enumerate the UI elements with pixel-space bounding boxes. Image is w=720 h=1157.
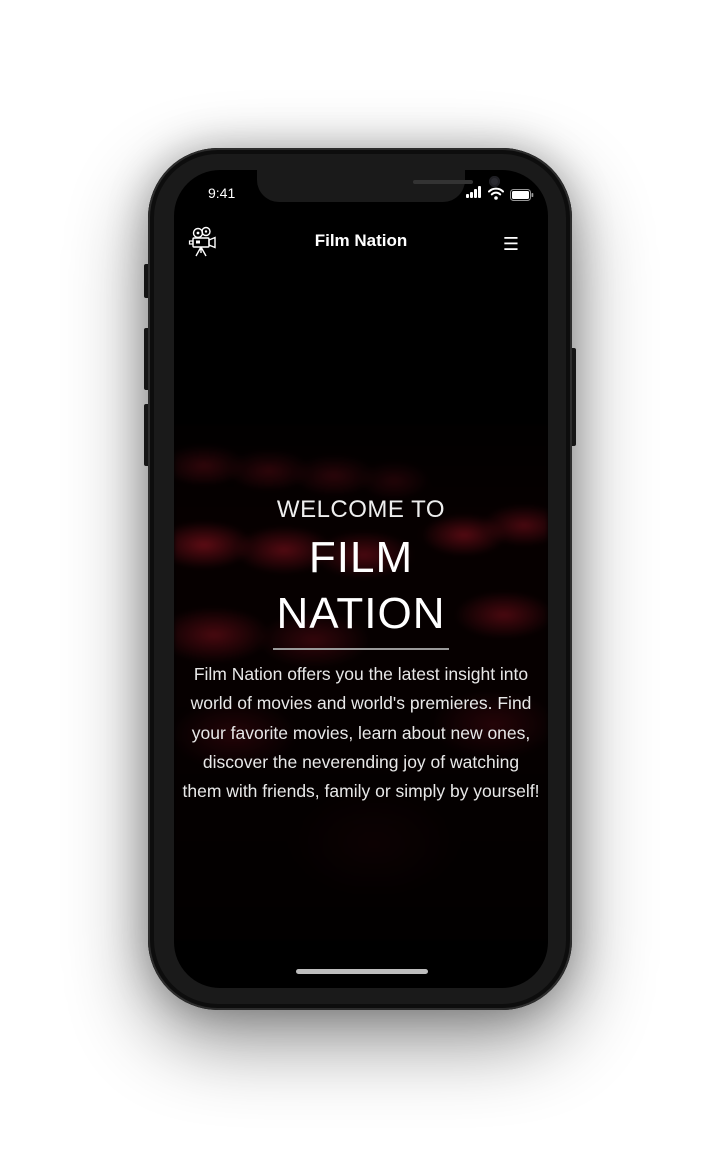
hero-title-line2: NATION: [276, 589, 446, 638]
battery-icon: [510, 186, 534, 201]
notch: [257, 170, 500, 202]
top-navbar: Film Nation ☰: [174, 222, 548, 266]
status-time: 9:41: [208, 185, 236, 201]
hamburger-menu-icon[interactable]: ☰: [500, 236, 522, 254]
wifi-icon: [488, 185, 504, 200]
hero-title-line1: FILM: [308, 533, 414, 582]
signal-icon: [466, 186, 484, 198]
hero-divider: [273, 648, 449, 650]
home-indicator[interactable]: [296, 969, 428, 974]
phone-screen: 9:41 Film Nation ☰ WELCOME TO FILM NATIO…: [174, 170, 548, 988]
earpiece-speaker: [413, 180, 473, 184]
hero-description: Film Nation offers you the latest insigh…: [182, 664, 540, 802]
brand-title[interactable]: Film Nation: [174, 231, 548, 251]
hero-welcome: WELCOME TO: [276, 496, 446, 523]
hero-section: WELCOME TO FILM NATION Film Nation offer…: [174, 490, 548, 806]
status-icons: [466, 185, 536, 201]
mockup-stage: 9:41 Film Nation ☰ WELCOME TO FILM NATIO…: [0, 0, 720, 1157]
